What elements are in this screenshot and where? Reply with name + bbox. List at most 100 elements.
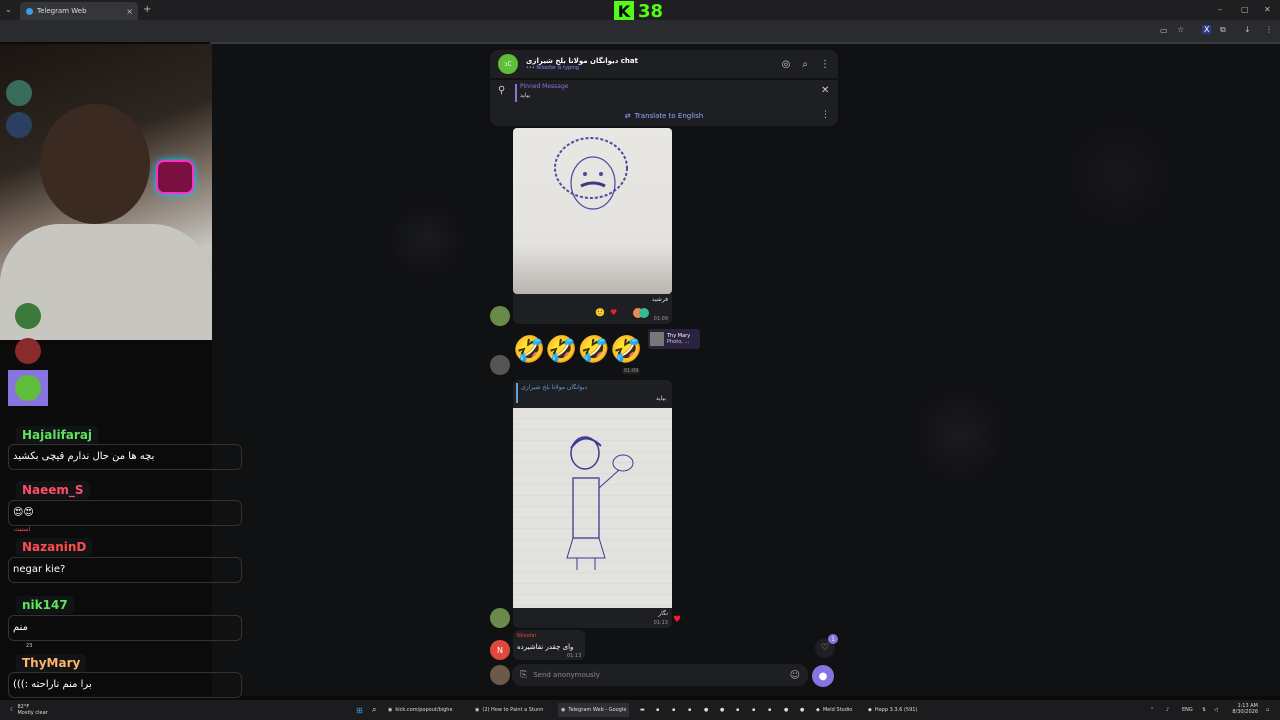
taskbar: ☾ 82°F Mostly clear ⊞ ⌕ ◉ kick.com/popout…: [0, 700, 1280, 720]
taskbar-item-label: Meld Studio: [822, 707, 853, 713]
close-icon[interactable]: ✕: [821, 85, 829, 96]
browser-tab[interactable]: Telegram Web ×: [20, 2, 138, 20]
taskbar-item[interactable]: ◆ Happ 3.3.6 (591): [868, 703, 917, 717]
volume-icon[interactable]: ◁: [1214, 703, 1218, 717]
sender-avatar[interactable]: [490, 355, 510, 375]
app-icon[interactable]: ▪: [752, 703, 755, 717]
weather-icon: ☾: [10, 707, 15, 713]
lang-indicator[interactable]: ENG: [1182, 703, 1193, 717]
reaction-avatar[interactable]: [639, 308, 649, 318]
bookmark-star-icon[interactable]: ☆: [1177, 25, 1184, 34]
photo-footer: نگار 01:13: [513, 608, 672, 628]
meld-icon: ◆: [816, 707, 820, 713]
folder-icon[interactable]: ▬: [640, 703, 645, 717]
app-icon[interactable]: ▪: [656, 703, 659, 717]
message-input[interactable]: Send anonymously: [533, 671, 600, 679]
chat-list-active[interactable]: [8, 370, 48, 406]
heart-icon[interactable]: ♥: [673, 615, 681, 625]
popup-subtitle: Photo, ...: [667, 339, 690, 345]
pre-label: استیت: [14, 526, 31, 533]
notifications-icon[interactable]: ▫: [1266, 703, 1269, 717]
chat-message: (((: برا منم ناراحته: [13, 679, 92, 690]
photo-message[interactable]: [513, 128, 672, 294]
sender-avatar[interactable]: N: [490, 640, 510, 660]
chat-message: negar kie?: [13, 564, 66, 575]
chat-header[interactable]: ᴐᑕ دیوانگان مولانا بلخ شیرازی chat ••• N…: [490, 50, 838, 78]
menu-icon[interactable]: ⋮: [1265, 25, 1273, 34]
video-chat-icon[interactable]: ◎: [782, 59, 791, 70]
sketch-face-image: [554, 137, 628, 210]
pinned-accent: [515, 84, 517, 102]
neon-sign: [156, 160, 194, 194]
chat-avatar[interactable]: ᴐᑕ: [498, 54, 518, 74]
weather-widget[interactable]: ☾ 82°F Mostly clear: [10, 703, 48, 717]
chat-list-avatar[interactable]: [15, 338, 41, 364]
text-message[interactable]: Niloofar وای چقدر نقاشیرده 01:13: [513, 630, 585, 660]
webcam-overlay: [0, 44, 212, 340]
app-icon[interactable]: ▪: [768, 703, 771, 717]
app-icon[interactable]: ●: [784, 703, 788, 717]
emoji-icon[interactable]: ☺: [790, 670, 800, 681]
extensions-puzzle-icon[interactable]: ⧉: [1220, 25, 1226, 35]
app-icon[interactable]: ▪: [688, 703, 691, 717]
maximize-button[interactable]: ▢: [1241, 5, 1249, 14]
windows-icon[interactable]: ⊞: [356, 703, 363, 717]
network-icon[interactable]: ⇅: [1202, 703, 1206, 717]
taskbar-item[interactable]: ◉ Telegram Web - Google: [558, 703, 630, 717]
download-icon[interactable]: ↓: [1244, 25, 1251, 34]
taskbar-item[interactable]: ◉ kick.com/popout/bighe: [388, 703, 453, 717]
photo-message[interactable]: [513, 408, 672, 608]
sender-avatar[interactable]: [490, 306, 510, 326]
cast-icon[interactable]: ▭: [1160, 26, 1168, 35]
sender-avatar[interactable]: [490, 608, 510, 628]
taskbar-item[interactable]: ◆ Meld Studio: [816, 703, 852, 717]
app-icon[interactable]: ▪: [672, 703, 675, 717]
heart-outline-icon: ♡: [820, 643, 830, 653]
sub-badge: 23: [26, 643, 33, 649]
heart-icon[interactable]: ♥: [610, 308, 617, 317]
tray-chevron-icon[interactable]: ⌃: [1150, 703, 1154, 717]
sender-name: Niloofar: [517, 633, 537, 639]
chat-message: بچه ها من حال ندارم قیچی بکشید: [13, 451, 155, 462]
app-icon[interactable]: ●: [720, 703, 724, 717]
send-as-avatar[interactable]: [490, 665, 510, 685]
taskbar-item-label: (2) How to Paint a Stunn: [482, 707, 544, 713]
stream-chat-overlay: Hajalifaraj بچه ها من حال ندارم قیچی بکش…: [0, 410, 250, 700]
translate-bar[interactable]: ⇄ Translate to English ⋮: [490, 106, 838, 126]
chat-list-avatar[interactable]: [6, 80, 32, 106]
search-icon[interactable]: ⌕: [802, 59, 808, 70]
typing-indicator: ••• Niloofar is typing: [526, 65, 579, 71]
chat-list-avatar[interactable]: [6, 112, 32, 138]
tab-close-icon[interactable]: ×: [126, 7, 133, 16]
message-composer[interactable]: ⎘ Send anonymously ☺: [512, 664, 808, 686]
new-tab-button[interactable]: +: [143, 4, 151, 15]
translate-more-icon[interactable]: ⋮: [821, 110, 830, 120]
reaction-avatar[interactable]: 🙂: [595, 308, 605, 317]
reply-header[interactable]: دیوانگان مولانا بلخ شیرازی بیاید: [513, 380, 672, 408]
mic-tray-icon[interactable]: ♪: [1166, 703, 1169, 717]
mic-button[interactable]: ●: [812, 665, 834, 687]
mic-icon: ●: [818, 670, 828, 682]
pinned-message-bar[interactable]: ⚲ Pinned Message بیاید ✕: [490, 80, 838, 106]
taskbar-item[interactable]: ◉ (2) How to Paint a Stunn: [475, 703, 543, 717]
minimize-button[interactable]: –: [1218, 5, 1222, 14]
photo-caption: فرشید: [651, 296, 668, 303]
chat-message-box: 😍😍: [8, 500, 242, 526]
more-icon[interactable]: ⋮: [820, 59, 830, 70]
clock[interactable]: 1:13 AM 8/30/2026: [1228, 703, 1258, 717]
search-icon[interactable]: ⌕: [372, 703, 376, 717]
message-time: 01:09: [653, 316, 668, 322]
tab-list-icon[interactable]: ⌄: [5, 5, 12, 14]
happ-icon: ◆: [868, 707, 872, 713]
attach-icon[interactable]: ⎘: [520, 670, 527, 680]
close-window-button[interactable]: ✕: [1264, 5, 1271, 14]
app-icon[interactable]: ●: [704, 703, 708, 717]
app-icon[interactable]: ▪: [736, 703, 739, 717]
taskbar-item-label: kick.com/popout/bighe: [395, 707, 453, 713]
extension-icon[interactable]: X: [1202, 25, 1212, 34]
pin-icon[interactable]: ⚲: [498, 85, 505, 96]
chat-list-avatar[interactable]: [15, 303, 41, 329]
notification-popup[interactable]: Thy Mary Photo, ...: [648, 329, 700, 349]
chat-message: منم: [13, 622, 29, 633]
app-icon[interactable]: ●: [800, 703, 804, 717]
